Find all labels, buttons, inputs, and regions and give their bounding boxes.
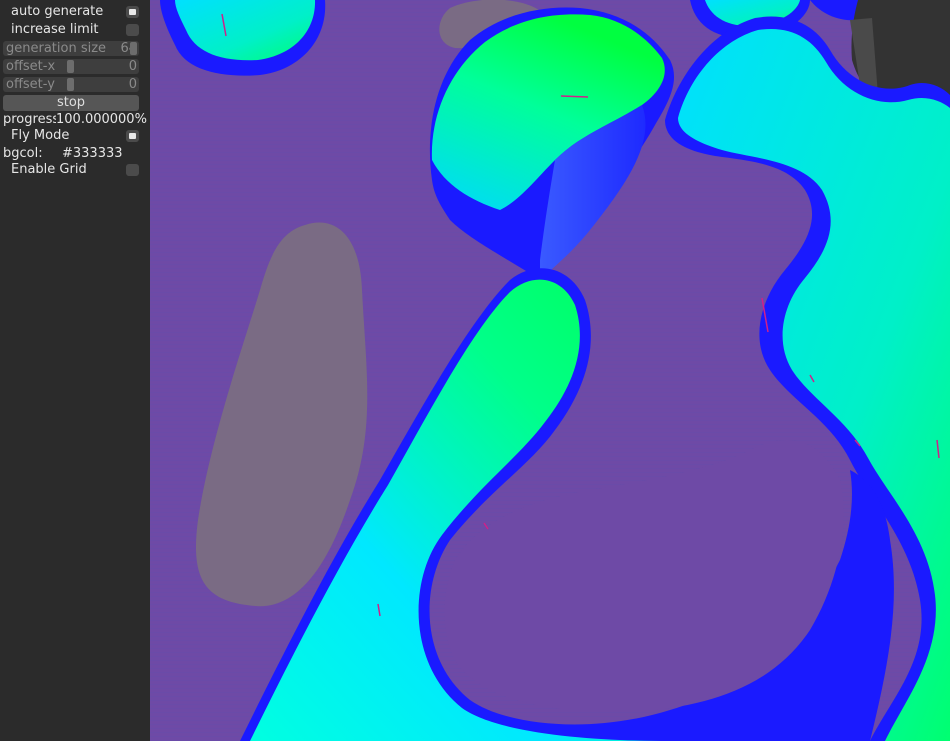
increase-limit-row[interactable]: increase limit xyxy=(0,21,150,39)
increase-limit-label: increase limit xyxy=(11,22,99,37)
fly-mode-checkbox[interactable] xyxy=(126,130,139,142)
offset-x-label: offset-x xyxy=(6,59,56,74)
offset-y-knob[interactable] xyxy=(67,78,74,91)
offset-x-slider[interactable]: offset-x 0 xyxy=(3,59,139,74)
settings-panel: auto generate increase limit generation … xyxy=(0,0,150,741)
enable-grid-label: Enable Grid xyxy=(11,162,87,177)
offset-x-value: 0 xyxy=(128,59,137,74)
terrain-render xyxy=(150,0,950,741)
generation-size-slider[interactable]: generation size 64 xyxy=(3,41,139,56)
enable-grid-row[interactable]: Enable Grid xyxy=(0,161,150,179)
auto-generate-checkbox[interactable] xyxy=(126,6,139,18)
offset-x-knob[interactable] xyxy=(67,60,74,73)
increase-limit-checkbox[interactable] xyxy=(126,24,139,36)
auto-generate-row[interactable]: auto generate xyxy=(0,3,150,21)
fly-mode-label: Fly Mode xyxy=(11,128,70,143)
terrain-viewport[interactable] xyxy=(150,0,950,741)
offset-y-value: 0 xyxy=(128,77,137,92)
offset-y-label: offset-y xyxy=(6,77,55,92)
offset-y-slider[interactable]: offset-y 0 xyxy=(3,77,139,92)
generation-size-label: generation size xyxy=(6,41,107,56)
stop-button[interactable]: stop xyxy=(3,95,139,111)
enable-grid-checkbox[interactable] xyxy=(126,164,139,176)
fly-mode-row[interactable]: Fly Mode xyxy=(0,127,150,145)
generation-size-knob[interactable] xyxy=(130,42,137,55)
auto-generate-label: auto generate xyxy=(11,4,104,19)
